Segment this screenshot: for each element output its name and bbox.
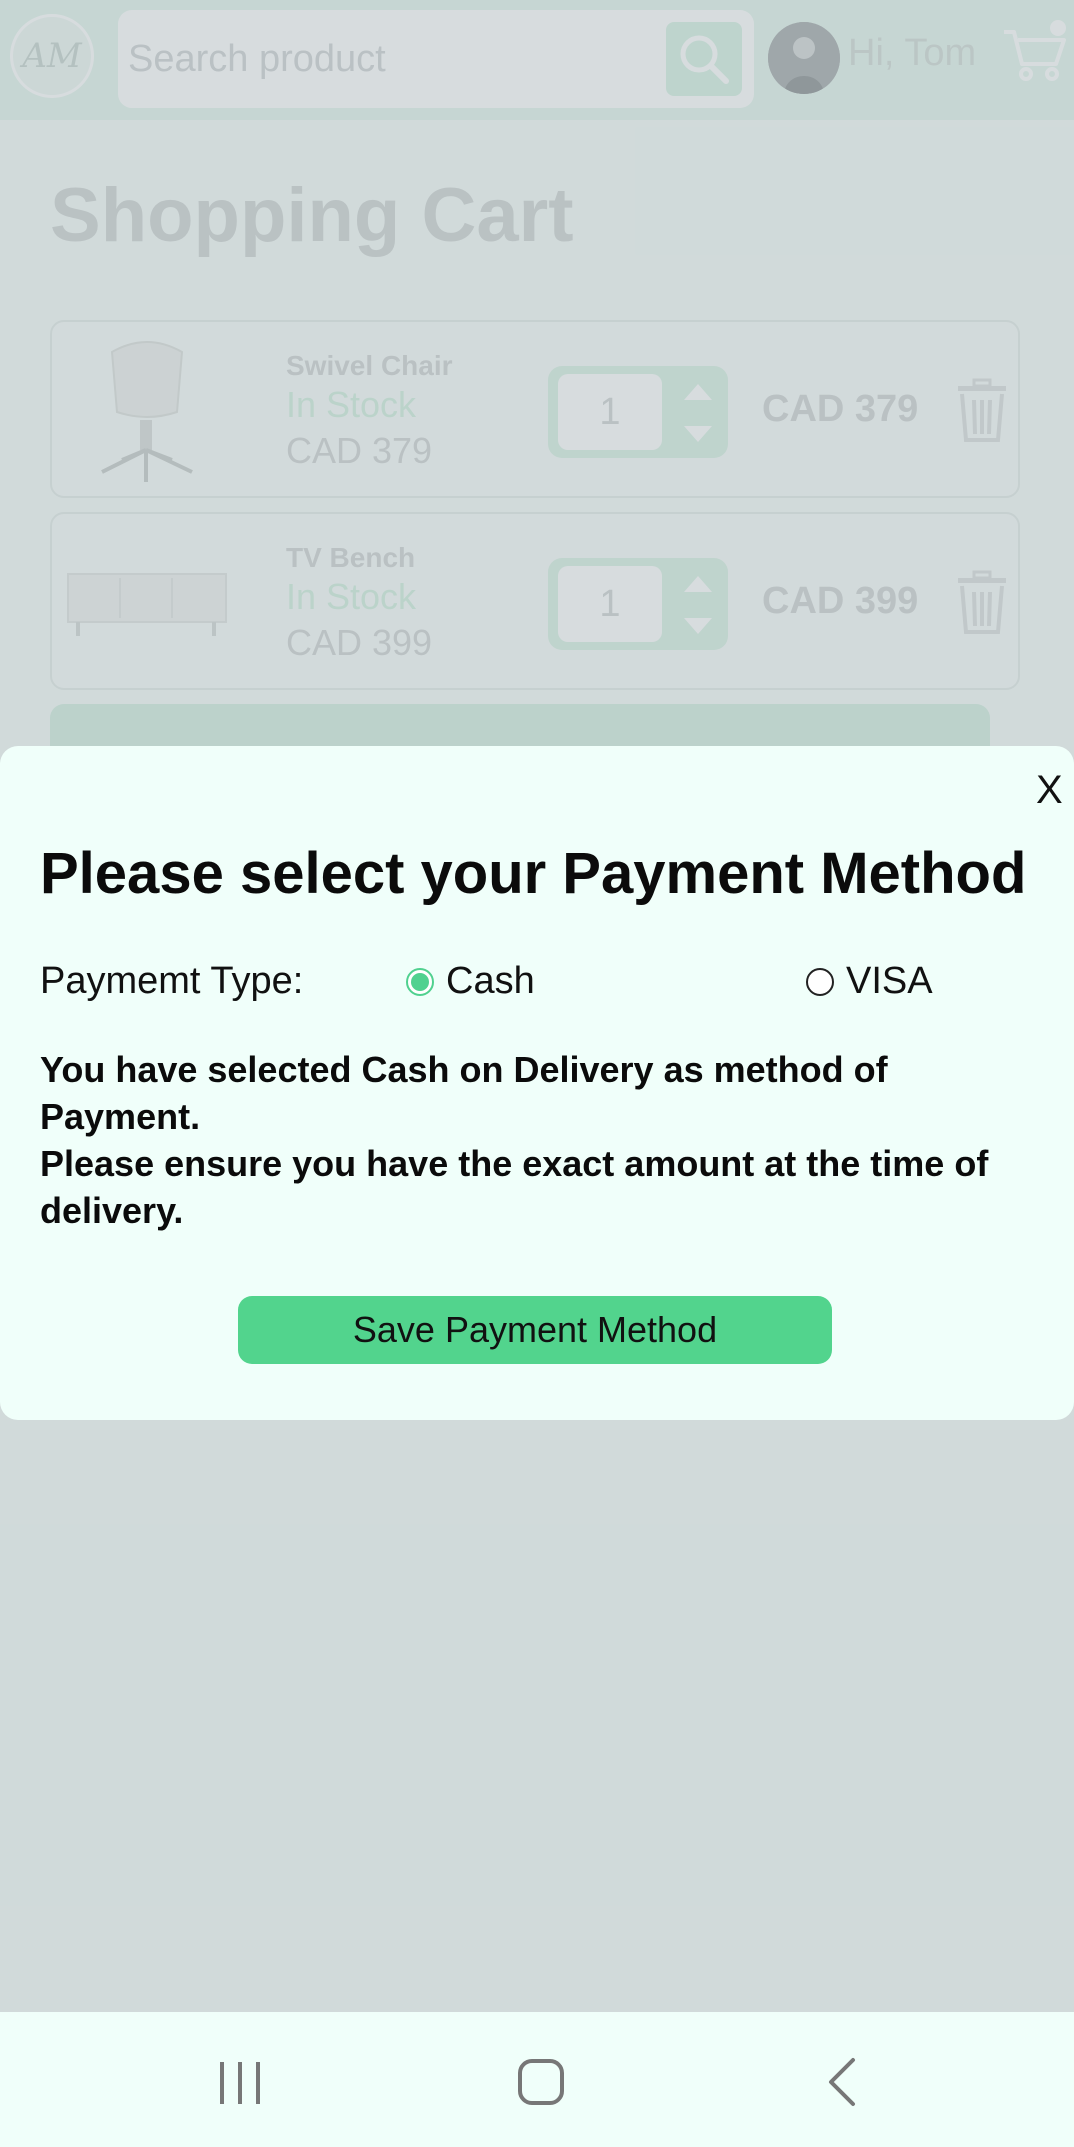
payment-message: You have selected Cash on Delivery as me…: [40, 1046, 1040, 1234]
home-icon[interactable]: [511, 2052, 571, 2112]
system-nav-bar: [0, 2012, 1074, 2147]
back-icon[interactable]: [815, 2052, 875, 2112]
save-payment-method-button[interactable]: Save Payment Method: [238, 1296, 832, 1364]
radio-option-visa[interactable]: VISA: [806, 960, 933, 1003]
modal-title: Please select your Payment Method: [40, 841, 1027, 906]
visa-label: VISA: [846, 960, 933, 1002]
visa-radio[interactable]: [806, 967, 834, 996]
close-button[interactable]: X: [1036, 768, 1063, 813]
message-line-2: Please ensure you have the exact amount …: [40, 1143, 989, 1231]
cash-label: Cash: [446, 960, 535, 1002]
radio-option-cash[interactable]: Cash: [406, 960, 535, 1003]
payment-type-label: Paymemt Type:: [40, 960, 304, 1002]
payment-method-modal: X Please select your Payment Method Paym…: [0, 746, 1074, 1420]
message-line-1: You have selected Cash on Delivery as me…: [40, 1049, 888, 1137]
recent-apps-icon[interactable]: [210, 2052, 270, 2112]
cash-radio[interactable]: [406, 967, 434, 996]
